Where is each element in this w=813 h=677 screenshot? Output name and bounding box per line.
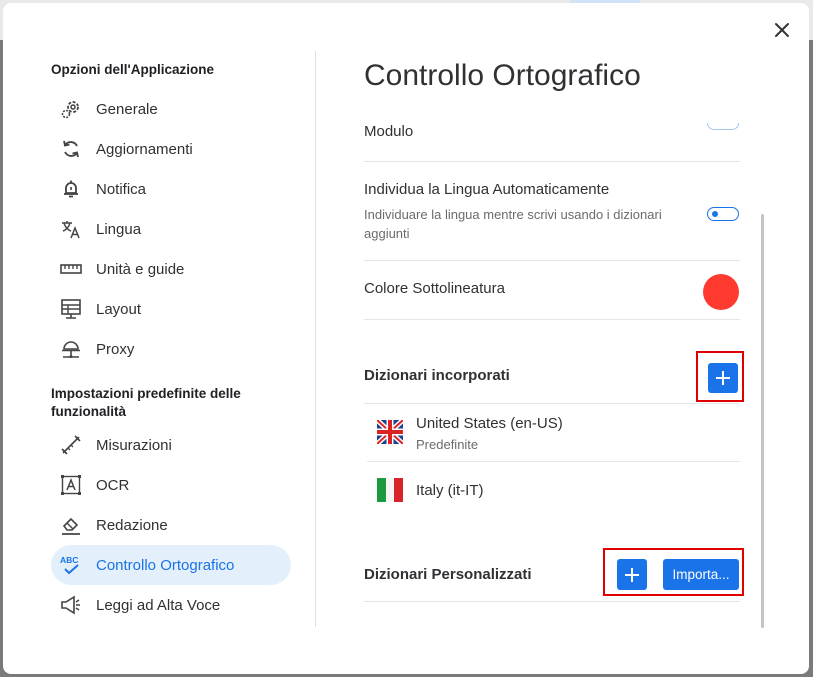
dictionary-default-label: Predefinite (416, 437, 479, 452)
sidebar-item-misurazioni[interactable]: Misurazioni (51, 425, 291, 465)
bell-alert-icon (59, 177, 83, 201)
settings-gears-icon (59, 97, 83, 121)
row-divider (364, 161, 740, 162)
sidebar-divider (315, 51, 316, 627)
sidebar-item-layout[interactable]: Layout (51, 289, 291, 329)
highlight-box-custom-actions (603, 548, 744, 596)
sidebar-item-controllo-ortografico[interactable]: ABC Controllo Ortografico (51, 545, 291, 585)
underline-color-label: Colore Sottolineatura (364, 280, 505, 297)
megaphone-icon (59, 593, 83, 617)
module-toggle[interactable] (707, 123, 739, 130)
section-heading-app-options: Opzioni dell'Applicazione (51, 62, 214, 77)
highlight-box-add-builtin (696, 351, 744, 402)
translate-icon (59, 217, 83, 241)
sidebar-item-leggi-ad-alta-voce[interactable]: Leggi ad Alta Voce (51, 585, 291, 625)
ruler-icon (59, 257, 83, 281)
page-title: Controllo Ortografico (364, 59, 641, 92)
sidebar-item-ocr[interactable]: OCR (51, 465, 291, 505)
measure-icon (59, 433, 83, 457)
sidebar-item-label: Leggi ad Alta Voce (96, 596, 221, 614)
sidebar-item-label: Generale (96, 100, 158, 118)
eraser-icon (59, 513, 83, 537)
sidebar-item-label: Unità e guide (96, 260, 185, 278)
content-panel: Controllo Ortografico Modulo Individua l… (364, 3, 744, 674)
sidebar-item-unita-guide[interactable]: Unità e guide (51, 249, 291, 289)
sidebar-item-label: Proxy (96, 340, 135, 358)
dictionary-name: United States (en-US) (416, 415, 563, 432)
ocr-icon (59, 473, 83, 497)
proxy-icon (59, 337, 83, 361)
sidebar-item-label: Misurazioni (96, 436, 172, 454)
settings-dialog: Opzioni dell'Applicazione Generale Aggio… (3, 3, 809, 674)
section-heading-feature-defaults: Impostazioni predefinite delle funzional… (51, 386, 241, 419)
auto-detect-description: Individuare la lingua mentre scrivi usan… (364, 207, 662, 241)
row-divider (364, 260, 740, 261)
sidebar-item-proxy[interactable]: Proxy (51, 329, 291, 369)
uk-flag-icon (377, 420, 403, 444)
auto-detect-toggle[interactable] (707, 207, 739, 221)
sidebar-item-notifica[interactable]: Notifica (51, 169, 291, 209)
spellcheck-icon: ABC (59, 553, 83, 577)
sync-icon (59, 137, 83, 161)
sidebar-item-label: Lingua (96, 220, 142, 238)
dictionary-name: Italy (it-IT) (416, 482, 484, 499)
sidebar-item-lingua[interactable]: Lingua (51, 209, 291, 249)
sidebar-item-label: OCR (96, 476, 130, 494)
sidebar-item-label: Notifica (96, 180, 147, 198)
toggle-knob (712, 211, 718, 217)
layout-icon (59, 297, 83, 321)
row-divider (364, 403, 740, 404)
sidebar-item-generale[interactable]: Generale (51, 89, 291, 129)
italy-flag-icon (377, 478, 403, 502)
row-divider (367, 461, 740, 462)
underline-color-swatch[interactable] (703, 274, 739, 310)
custom-dictionaries-title: Dizionari Personalizzati (364, 566, 532, 583)
sidebar-item-redazione[interactable]: Redazione (51, 505, 291, 545)
row-divider (364, 601, 740, 602)
sidebar-item-aggiornamenti[interactable]: Aggiornamenti (51, 129, 291, 169)
sidebar-item-label: Aggiornamenti (96, 140, 193, 158)
sidebar-item-label: Layout (96, 300, 142, 318)
row-divider (364, 319, 740, 320)
module-label: Modulo (364, 123, 414, 140)
builtin-dictionaries-title: Dizionari incorporati (364, 367, 510, 384)
svg-text:ABC: ABC (60, 555, 78, 565)
sidebar-item-label: Controllo Ortografico (96, 556, 235, 574)
content-scrollbar[interactable] (761, 214, 764, 628)
close-icon[interactable] (771, 19, 793, 41)
sidebar-item-label: Redazione (96, 516, 168, 534)
auto-detect-title: Individua la Lingua Automaticamente (364, 181, 610, 198)
settings-sidebar: Opzioni dell'Applicazione Generale Aggio… (3, 3, 315, 674)
